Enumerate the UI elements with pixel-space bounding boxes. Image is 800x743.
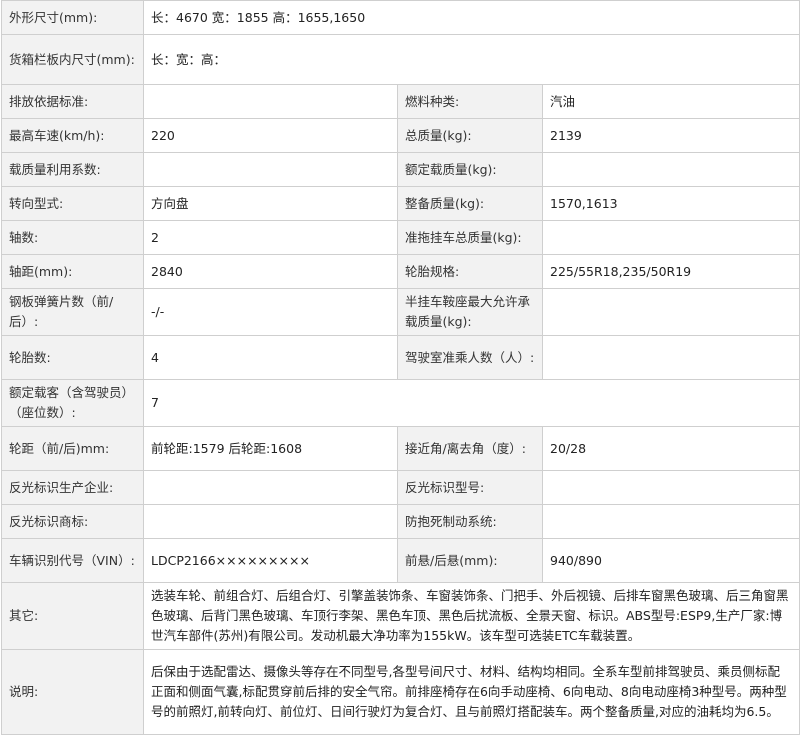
total-mass-value: 2139	[542, 118, 800, 153]
trailer-mass-value	[542, 220, 800, 255]
reflector-maker-label: 反光标识生产企业:	[1, 470, 144, 505]
saddle-load-label: 半挂车鞍座最大允许承载质量(kg):	[397, 288, 543, 336]
axles-value: 2	[143, 220, 398, 255]
axles-label: 轴数:	[1, 220, 144, 255]
table-row: 转向型式: 方向盘 整备质量(kg): 1570,1613	[1, 186, 800, 221]
vin-value: LDCP2166×××××××××	[143, 538, 398, 583]
tire-count-value: 4	[143, 335, 398, 380]
overhang-value: 940/890	[542, 538, 800, 583]
steering-value: 方向盘	[143, 186, 398, 221]
reflector-maker-value	[143, 470, 398, 505]
notes-value: 后保由于选配雷达、摄像头等存在不同型号,各型号间尺寸、材料、结构均相同。全系车型…	[143, 649, 800, 735]
saddle-load-value	[542, 288, 800, 336]
other-label: 其它:	[1, 582, 144, 650]
spec-table: 外形尺寸(mm): 长：4670 宽：1855 高：1655,1650 货箱栏板…	[1, 0, 800, 735]
reflector-model-label: 反光标识型号:	[397, 470, 543, 505]
table-row: 排放依据标准: 燃料种类: 汽油	[1, 84, 800, 119]
leaf-spring-value: -/-	[143, 288, 398, 336]
fuel-type-label: 燃料种类:	[397, 84, 543, 119]
table-row: 轴距(mm): 2840 轮胎规格: 225/55R18,235/50R19	[1, 254, 800, 289]
table-row: 货箱栏板内尺寸(mm): 长：宽：高：	[1, 34, 800, 85]
table-row: 外形尺寸(mm): 长：4670 宽：1855 高：1655,1650	[1, 0, 800, 35]
max-speed-label: 最高车速(km/h):	[1, 118, 144, 153]
table-row: 轮胎数: 4 驾驶室准乘人数（人）:	[1, 335, 800, 380]
tire-spec-value: 225/55R18,235/50R19	[542, 254, 800, 289]
rated-load-label: 额定载质量(kg):	[397, 152, 543, 187]
approach-angle-label: 接近角/离去角（度）:	[397, 426, 543, 471]
vin-label: 车辆识别代号（VIN）:	[1, 538, 144, 583]
reflector-model-value	[542, 470, 800, 505]
abs-label: 防抱死制动系统:	[397, 504, 543, 539]
table-row: 说明: 后保由于选配雷达、摄像头等存在不同型号,各型号间尺寸、材料、结构均相同。…	[1, 649, 800, 735]
wheelbase-label: 轴距(mm):	[1, 254, 144, 289]
abs-value	[542, 504, 800, 539]
load-util-value	[143, 152, 398, 187]
wheelbase-value: 2840	[143, 254, 398, 289]
load-util-label: 载质量利用系数:	[1, 152, 144, 187]
table-row: 其它: 选装车轮、前组合灯、后组合灯、引擎盖装饰条、车窗装饰条、门把手、外后视镜…	[1, 582, 800, 650]
dimensions-value: 长：4670 宽：1855 高：1655,1650	[143, 0, 800, 35]
seats-value: 7	[143, 379, 800, 427]
approach-angle-value: 20/28	[542, 426, 800, 471]
table-row: 轮距（前/后)mm: 前轮距:1579 后轮距:1608 接近角/离去角（度）:…	[1, 426, 800, 471]
cab-capacity-label: 驾驶室准乘人数（人）:	[397, 335, 543, 380]
table-row: 额定载客（含驾驶员）（座位数）: 7	[1, 379, 800, 427]
track-value: 前轮距:1579 后轮距:1608	[143, 426, 398, 471]
table-row: 钢板弹簧片数（前/后）: -/- 半挂车鞍座最大允许承载质量(kg):	[1, 288, 800, 336]
seats-label: 额定载客（含驾驶员）（座位数）:	[1, 379, 144, 427]
reflector-brand-value	[143, 504, 398, 539]
track-label: 轮距（前/后)mm:	[1, 426, 144, 471]
curb-weight-label: 整备质量(kg):	[397, 186, 543, 221]
rated-load-value	[542, 152, 800, 187]
table-row: 载质量利用系数: 额定载质量(kg):	[1, 152, 800, 187]
table-row: 最高车速(km/h): 220 总质量(kg): 2139	[1, 118, 800, 153]
tire-count-label: 轮胎数:	[1, 335, 144, 380]
overhang-label: 前悬/后悬(mm):	[397, 538, 543, 583]
notes-label: 说明:	[1, 649, 144, 735]
curb-weight-value: 1570,1613	[542, 186, 800, 221]
table-row: 反光标识商标: 防抱死制动系统:	[1, 504, 800, 539]
tire-spec-label: 轮胎规格:	[397, 254, 543, 289]
other-value: 选装车轮、前组合灯、后组合灯、引擎盖装饰条、车窗装饰条、门把手、外后视镜、后排车…	[143, 582, 800, 650]
cargo-box-value: 长：宽：高：	[143, 34, 800, 85]
table-row: 反光标识生产企业: 反光标识型号:	[1, 470, 800, 505]
emission-label: 排放依据标准:	[1, 84, 144, 119]
table-row: 车辆识别代号（VIN）: LDCP2166××××××××× 前悬/后悬(mm)…	[1, 538, 800, 583]
max-speed-value: 220	[143, 118, 398, 153]
dimensions-label: 外形尺寸(mm):	[1, 0, 144, 35]
cab-capacity-value	[542, 335, 800, 380]
table-row: 轴数: 2 准拖挂车总质量(kg):	[1, 220, 800, 255]
cargo-box-label: 货箱栏板内尺寸(mm):	[1, 34, 144, 85]
trailer-mass-label: 准拖挂车总质量(kg):	[397, 220, 543, 255]
steering-label: 转向型式:	[1, 186, 144, 221]
leaf-spring-label: 钢板弹簧片数（前/后）:	[1, 288, 144, 336]
total-mass-label: 总质量(kg):	[397, 118, 543, 153]
emission-value	[143, 84, 398, 119]
reflector-brand-label: 反光标识商标:	[1, 504, 144, 539]
fuel-type-value: 汽油	[542, 84, 800, 119]
